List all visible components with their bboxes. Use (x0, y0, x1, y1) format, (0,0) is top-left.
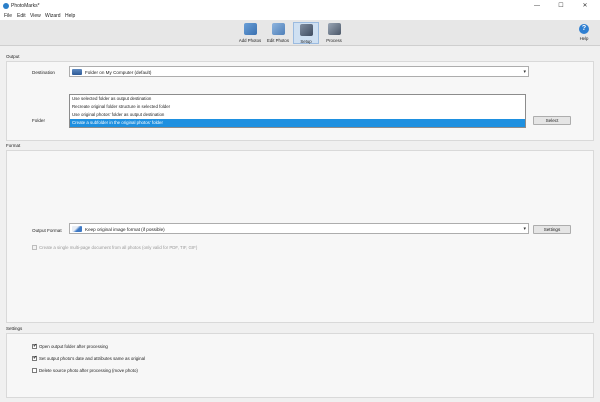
output-format-value: Keep original image format (if possible) (85, 227, 165, 232)
output-format-label: Output Format (32, 228, 62, 233)
folder-option-recreate-structure[interactable]: Recreate original folder structure in se… (70, 103, 525, 111)
title-bar: PhotoMarks* — ☐ ✕ (0, 0, 600, 12)
folder-option-create-subfolder[interactable]: Create a subfolder in the original photo… (70, 119, 525, 127)
keep-attributes-checkbox[interactable]: ✔ (32, 356, 37, 361)
edit-photos-button[interactable]: Edit Photos (265, 22, 291, 44)
maximize-button[interactable]: ☐ (552, 0, 570, 12)
folder-options-list[interactable]: Use selected folder as output destinatio… (69, 94, 526, 128)
menu-file[interactable]: File (4, 13, 12, 19)
keep-attributes-label: Set output photo's date and attributes s… (39, 356, 146, 361)
edit-photos-label: Edit Photos (267, 38, 289, 43)
add-photos-label: Add Photos (238, 38, 262, 43)
multipage-checkbox[interactable] (32, 245, 37, 250)
menu-help[interactable]: Help (65, 13, 75, 19)
multipage-label: Create a single multi-page document from… (39, 245, 198, 250)
folder-option-use-original[interactable]: Use original photos' folder as output de… (70, 111, 525, 119)
menu-wizard[interactable]: Wizard (45, 13, 61, 19)
toolbar: Add Photos Edit Photos Setup Process (0, 20, 600, 46)
select-folder-button[interactable]: Select (533, 116, 571, 125)
chevron-down-icon: ▾ (523, 226, 526, 232)
help-icon: ? (579, 24, 589, 34)
close-button[interactable]: ✕ (576, 0, 594, 12)
open-output-folder-checkbox[interactable]: ✔ (32, 344, 37, 349)
window-title: PhotoMarks* (11, 3, 40, 9)
help-button[interactable]: ? Help (575, 22, 593, 44)
edit-photos-icon (271, 23, 285, 35)
process-label: Process (326, 38, 342, 43)
output-format-dropdown[interactable]: Keep original image format (if possible)… (69, 223, 529, 234)
menu-edit[interactable]: Edit (17, 13, 26, 19)
delete-source-checkbox[interactable] (32, 368, 37, 373)
process-icon (327, 23, 341, 35)
folder-option-use-selected[interactable]: Use selected folder as output destinatio… (70, 95, 525, 103)
destination-dropdown[interactable]: Folder on My Computer (default) ▾ (69, 66, 529, 77)
settings-section-title: Settings (6, 326, 23, 331)
process-button[interactable]: Process (321, 22, 347, 44)
help-label: Help (579, 36, 589, 41)
setup-button[interactable]: Setup (293, 22, 319, 44)
output-section-title: Output (6, 54, 20, 59)
menu-bar: File Edit View Wizard Help (0, 12, 600, 20)
folder-label: Folder (32, 118, 46, 123)
folder-icon (72, 69, 82, 75)
format-panel (6, 150, 594, 323)
add-photos-icon (243, 23, 257, 35)
destination-value: Folder on My Computer (default) (85, 70, 152, 75)
delete-source-label: Delete source photo after processing (mo… (39, 368, 138, 373)
open-output-folder-label: Open output folder after processing (39, 344, 108, 349)
settings-panel (6, 333, 594, 398)
minimize-button[interactable]: — (528, 0, 546, 12)
format-settings-button[interactable]: Settings (533, 225, 571, 234)
setup-icon (299, 24, 313, 36)
menu-view[interactable]: View (30, 13, 41, 19)
add-photos-button[interactable]: Add Photos (237, 22, 263, 44)
setup-label: Setup (300, 39, 312, 44)
chevron-down-icon: ▾ (523, 69, 526, 75)
app-logo-icon (3, 3, 9, 9)
format-section-title: Format (6, 143, 21, 148)
destination-label: Destination (32, 70, 55, 75)
image-format-icon (72, 226, 82, 232)
